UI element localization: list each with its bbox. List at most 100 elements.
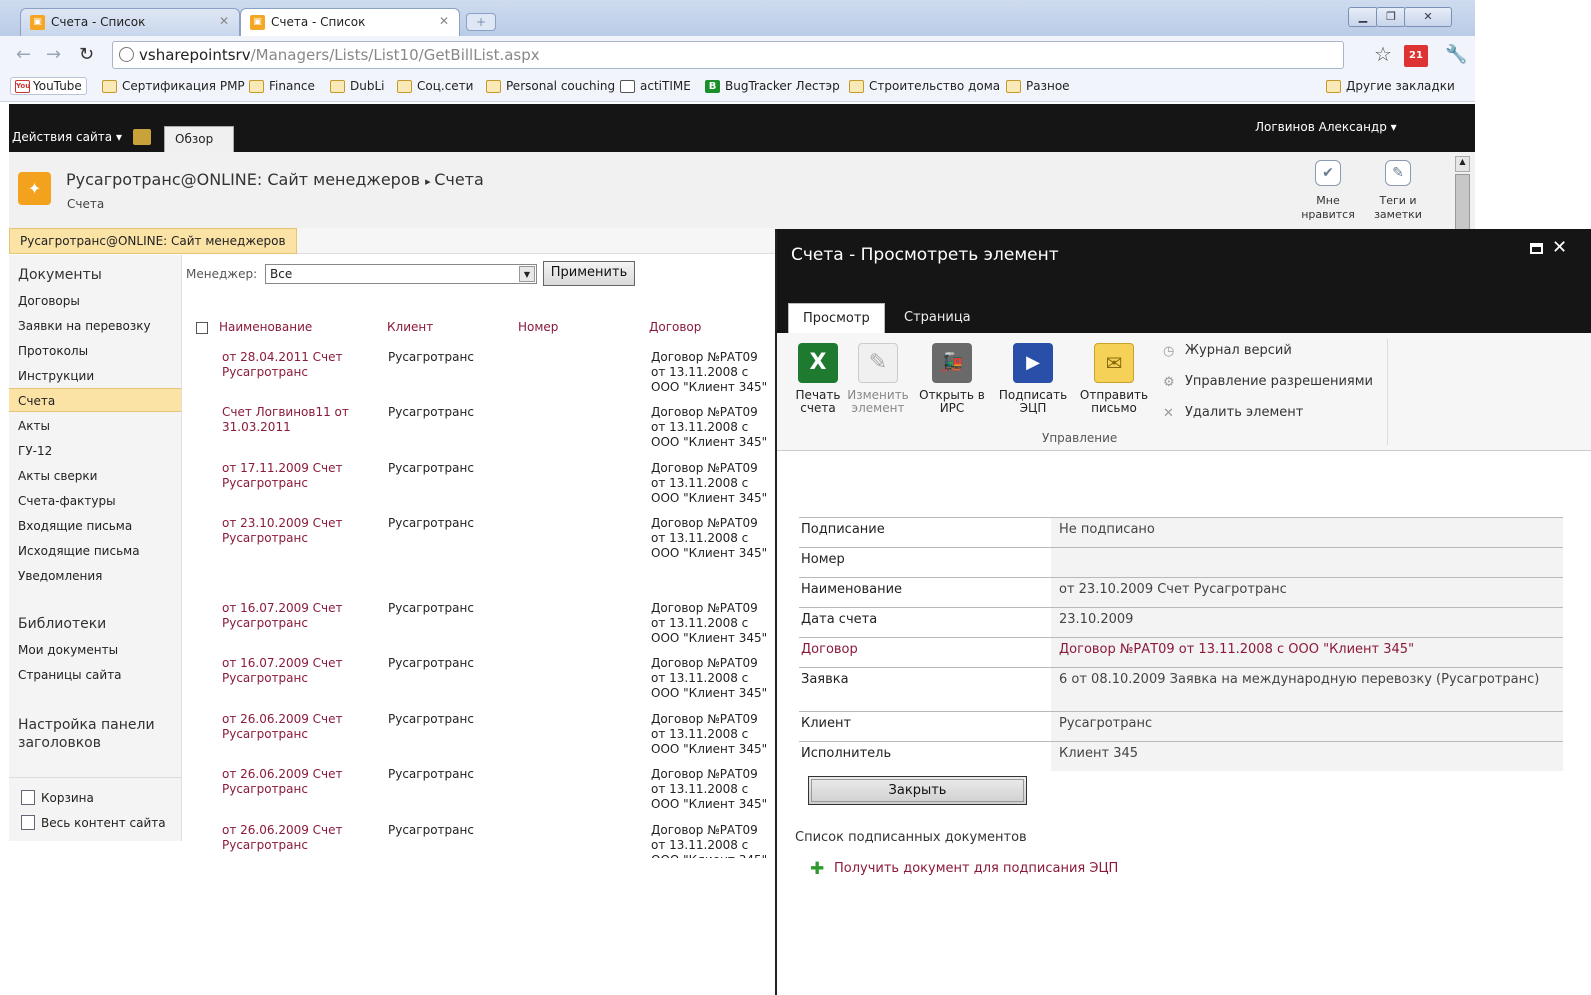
edit-item-label: Изменить элемент <box>847 388 909 415</box>
field-label-link[interactable]: Договор <box>801 642 858 657</box>
row-1-contract: Договор №РАТ09 от 13.11.2008 с ООО "Клие… <box>651 350 768 394</box>
field-row-executor: Исполнитель Клиент 345 <box>799 741 1563 771</box>
row-8-client: Русагротранс <box>388 767 474 781</box>
permissions-icon: ⚙ <box>1163 375 1175 390</box>
field-row-request: Заявка 6 от 08.10.2009 Заявка на междуна… <box>799 667 1563 711</box>
field-label: Заявка <box>801 672 849 687</box>
version-history-label: Журнал версий <box>1185 343 1292 358</box>
user-menu[interactable]: Логвинов Александр ▾ <box>1255 120 1397 134</box>
field-label: Дата счета <box>801 612 878 627</box>
minimize-button[interactable]: ▁ <box>1348 7 1378 27</box>
field-value: Русагротранс <box>1051 712 1563 741</box>
row-6-contract: Договор №РАТ09 от 13.11.2008 с ООО "Клие… <box>651 656 768 700</box>
row-9-client: Русагротранс <box>388 823 474 837</box>
field-value-link[interactable]: Договор №РАТ09 от 13.11.2008 с ООО "Клие… <box>1051 638 1563 667</box>
version-history-icon: ◷ <box>1163 344 1175 359</box>
tags-notes-button[interactable]: ✎ Теги и заметки <box>1365 160 1431 222</box>
like-tag-icon: ✔ <box>1315 160 1341 186</box>
send-letter-button[interactable]: ✉ Отправить письмо <box>1075 343 1153 415</box>
row-3-name-link[interactable]: от 17.11.2009 Счет Русагротранс <box>222 461 362 491</box>
row-5-client: Русагротранс <box>388 601 474 615</box>
row-9-name-link[interactable]: от 26.06.2009 Счет Русагротранс <box>222 823 362 853</box>
row-2-name-link[interactable]: Счет Логвинов11 от 31.03.2011 <box>222 405 362 435</box>
wrench-menu-icon[interactable]: 🔧 <box>1445 44 1467 65</box>
field-row-date: Дата счета 23.10.2009 <box>799 607 1563 637</box>
folder-icon <box>1326 80 1341 93</box>
edit-item-button[interactable]: ✎ Изменить элемент <box>839 343 917 415</box>
field-row-signing: Подписание Не подписано <box>799 517 1563 547</box>
manage-permissions-button[interactable]: ⚙ Управление разрешениями <box>1163 374 1373 390</box>
version-history-button[interactable]: ◷ Журнал версий <box>1163 343 1292 359</box>
field-row-contract: Договор Договор №РАТ09 от 13.11.2008 с О… <box>799 637 1563 667</box>
field-value <box>1051 548 1563 577</box>
row-8-name-link[interactable]: от 26.06.2009 Счет Русагротранс <box>222 767 362 797</box>
field-row-client: Клиент Русагротранс <box>799 711 1563 741</box>
row-4-client: Русагротранс <box>388 516 474 530</box>
bookmark-folder-house[interactable]: Строительство дома <box>849 79 1000 93</box>
ribbon-group-label: Управление <box>1042 431 1118 445</box>
row-1-name-link[interactable]: от 28.04.2011 Счет Русагротранс <box>222 350 362 380</box>
bookmark-star-icon[interactable]: ☆ <box>1374 42 1392 66</box>
get-document-link[interactable]: ✚ Получить документ для подписания ЭЦП <box>810 859 1119 879</box>
delete-item-button[interactable]: ✕ Удалить элемент <box>1163 405 1304 421</box>
send-letter-label: Отправить письмо <box>1079 388 1149 415</box>
envelope-icon: ✉ <box>1094 343 1134 383</box>
field-label: Номер <box>801 552 845 567</box>
locomotive-icon: 🚂 <box>932 343 972 383</box>
row-5-name-link[interactable]: от 16.07.2009 Счет Русагротранс <box>222 601 362 631</box>
print-invoice-label: Печать счета <box>795 388 841 415</box>
bookmark-folder-misc[interactable]: Разное <box>1006 79 1070 93</box>
row-3-client: Русагротранс <box>388 461 474 475</box>
field-label: Клиент <box>801 716 852 731</box>
tags-notes-icon: ✎ <box>1385 160 1411 186</box>
bookmark-label: Другие закладки <box>1346 79 1455 93</box>
row-1-client: Русагротранс <box>388 350 474 364</box>
row-7-client: Русагротранс <box>388 712 474 726</box>
row-6-name-link[interactable]: от 16.07.2009 Счет Русагротранс <box>222 656 362 686</box>
row-9-contract: Договор №РАТ09 от 13.11.2008 с ООО "Клие… <box>651 823 767 858</box>
tags-label: Теги и заметки <box>1374 194 1422 221</box>
row-4-name-link[interactable]: от 23.10.2009 Счет Русагротранс <box>222 516 362 546</box>
scroll-up-arrow-icon[interactable]: ▲ <box>1455 156 1470 172</box>
close-window-button[interactable]: ✕ <box>1404 7 1452 27</box>
row-7-name-link[interactable]: от 26.06.2009 Счет Русагротранс <box>222 712 362 742</box>
bookmark-label: Строительство дома <box>869 79 1001 93</box>
row-6-client: Русагротранс <box>388 656 474 670</box>
row-3-contract: Договор №РАТ09 от 13.11.2008 с ООО "Клие… <box>651 461 768 505</box>
row-8-contract: Договор №РАТ09 от 13.11.2008 с ООО "Клие… <box>651 767 768 811</box>
delete-x-icon: ✕ <box>1163 406 1174 421</box>
row-2-contract: Договор №РАТ09 от 13.11.2008 с ООО "Клие… <box>651 405 768 449</box>
manage-permissions-label: Управление разрешениями <box>1185 374 1373 389</box>
bookmark-other[interactable]: Другие закладки <box>1326 79 1455 93</box>
sign-eds-button[interactable]: ▶ Подписать ЭЦП <box>994 343 1072 415</box>
ribbon-group-separator <box>1387 339 1388 445</box>
open-irs-button[interactable]: 🚂 Открыть в ИРС <box>913 343 991 415</box>
get-document-label: Получить документ для подписания ЭЦП <box>834 861 1119 876</box>
field-value: Не подписано <box>1051 518 1563 547</box>
field-row-name: Наименование от 23.10.2009 Счет Русагрот… <box>799 577 1563 607</box>
sign-eds-label: Подписать ЭЦП <box>998 388 1068 415</box>
user-name: Логвинов Александр <box>1255 120 1387 134</box>
like-button[interactable]: ✔ Мне нравится <box>1295 160 1361 222</box>
restore-button[interactable]: ❐ <box>1376 7 1406 27</box>
maximize-icon[interactable] <box>1530 243 1543 254</box>
chevron-down-icon: ▾ <box>1390 120 1397 134</box>
delete-item-label: Удалить элемент <box>1185 405 1304 420</box>
field-label: Подписание <box>801 522 885 537</box>
sign-document-icon: ▶ <box>1013 343 1053 383</box>
close-icon[interactable]: ✕ <box>1552 237 1567 258</box>
row-7-contract: Договор №РАТ09 от 13.11.2008 с ООО "Клие… <box>651 712 768 756</box>
field-label: Наименование <box>801 582 903 597</box>
tab-view[interactable]: Просмотр <box>788 303 885 333</box>
scrollbar-thumb[interactable] <box>1455 174 1470 230</box>
dialog-header: Счета - Просмотреть элемент ✕ Просмотр С… <box>777 229 1591 333</box>
excel-icon: X <box>798 343 838 383</box>
bookmark-label: Разное <box>1026 79 1070 93</box>
dialog-title: Счета - Просмотреть элемент <box>791 245 1059 265</box>
field-value: 6 от 08.10.2009 Заявка на международную … <box>1051 668 1563 711</box>
gmail-notifier-icon[interactable]: 21 <box>1404 45 1428 67</box>
tab-page[interactable]: Страница <box>890 303 985 333</box>
folder-icon <box>1006 80 1021 93</box>
close-button[interactable]: Закрыть <box>808 776 1027 805</box>
field-value: Клиент 345 <box>1051 742 1563 771</box>
